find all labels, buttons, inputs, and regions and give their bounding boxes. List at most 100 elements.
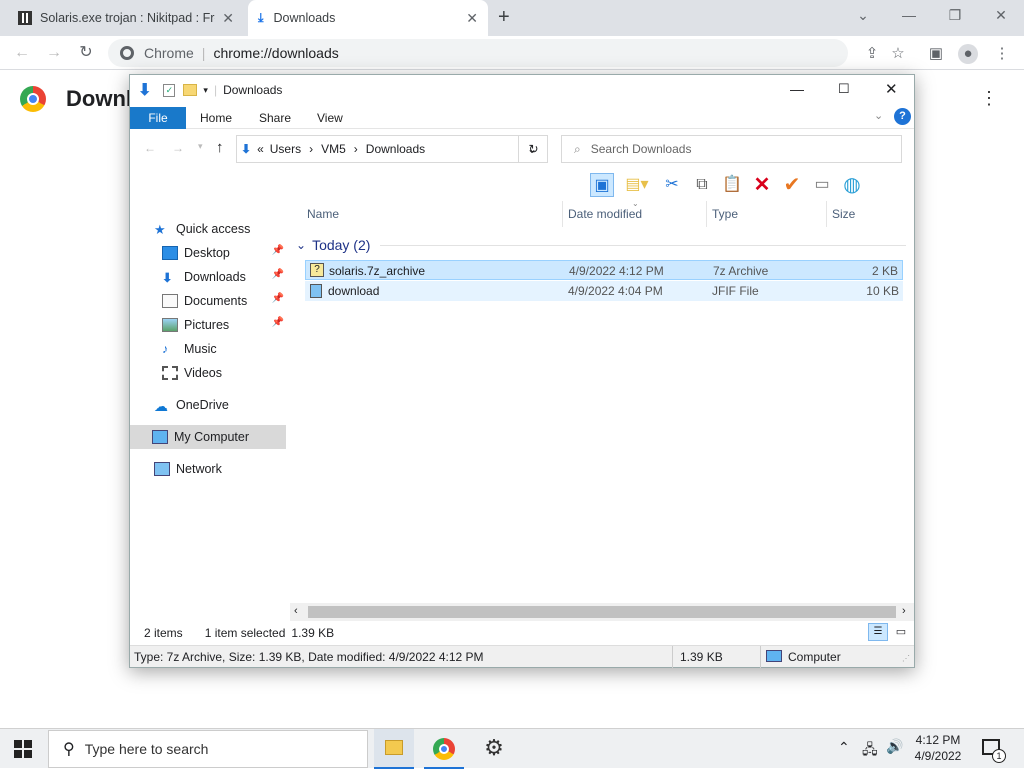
tab-downloads[interactable]: ⤓ Downloads ✕ bbox=[248, 0, 488, 36]
tab-home[interactable]: Home bbox=[190, 107, 242, 129]
up-folder-icon[interactable]: ↑ bbox=[216, 139, 224, 156]
nav-pictures[interactable]: Pictures 📌 bbox=[162, 313, 286, 337]
minimize-button[interactable]: — bbox=[790, 81, 804, 97]
taskbar: ⚲ Type here to search ⚙ ⌃ 🖧 🔊 4:12 PM 4/… bbox=[0, 728, 1024, 769]
file-row-download[interactable]: download 4/9/2022 4:04 PM JFIF File 10 K… bbox=[305, 281, 903, 301]
horizontal-scrollbar[interactable]: ‹ › bbox=[290, 603, 914, 621]
breadcrumb-vm5[interactable]: VM5 bbox=[321, 142, 346, 156]
tab-view[interactable]: View bbox=[307, 107, 353, 129]
nav-quick-access[interactable]: ★ Quick access bbox=[154, 217, 310, 241]
details-view-icon[interactable]: ☰ bbox=[868, 623, 888, 641]
reload-button[interactable]: ↻ bbox=[74, 42, 98, 64]
folder-icon[interactable] bbox=[183, 84, 198, 96]
clock[interactable]: 4:12 PM 4/9/2022 bbox=[908, 732, 968, 764]
page-menu-icon[interactable]: ⋮ bbox=[980, 88, 998, 109]
globe-icon[interactable]: ◍ bbox=[840, 173, 864, 197]
group-header-today[interactable]: ⌄ Today (2) bbox=[296, 235, 906, 255]
custom-toolbar: ▣ ▤▾ ✂ ⧉ 📋 ✕ ✔ ▭ ◍ bbox=[590, 171, 864, 199]
breadcrumb-downloads[interactable]: Downloads bbox=[366, 142, 425, 156]
cut-icon[interactable]: ✂ bbox=[660, 173, 684, 197]
breadcrumb-users[interactable]: Users bbox=[270, 142, 301, 156]
close-button[interactable]: ✕ bbox=[885, 80, 898, 98]
nav-desktop[interactable]: Desktop 📌 bbox=[162, 241, 286, 265]
scroll-right-icon[interactable]: › bbox=[902, 605, 906, 617]
refresh-button[interactable]: ↻ bbox=[518, 135, 548, 163]
sort-indicator-icon: ⌄ bbox=[632, 199, 639, 208]
windows-start-icon[interactable] bbox=[14, 740, 32, 758]
help-icon[interactable]: ? bbox=[894, 108, 911, 125]
breadcrumb-prefix[interactable]: « bbox=[257, 142, 264, 156]
nav-downloads[interactable]: ⬇ Downloads 📌 bbox=[162, 265, 286, 289]
large-icons-view-icon[interactable]: ▭ bbox=[892, 623, 910, 641]
share-icon[interactable]: ⇪ bbox=[862, 44, 882, 64]
nav-onedrive[interactable]: ☁ OneDrive bbox=[154, 393, 310, 417]
nav-music[interactable]: ♪ Music bbox=[162, 337, 286, 361]
delete-icon[interactable]: ✕ bbox=[750, 173, 774, 197]
taskbar-search-input[interactable]: Type here to search bbox=[85, 741, 209, 757]
resize-grip-icon[interactable]: ⋰ bbox=[902, 654, 910, 663]
paste-icon[interactable]: 📋 bbox=[720, 173, 744, 197]
close-window-button[interactable]: ✕ bbox=[984, 4, 1018, 28]
show-hidden-icons-icon[interactable]: ⌃ bbox=[838, 739, 850, 756]
chrome-logo-icon bbox=[120, 46, 134, 60]
maximize-button[interactable]: ☐ bbox=[838, 81, 850, 97]
check-icon[interactable]: ✔ bbox=[780, 173, 804, 197]
column-size[interactable]: Size bbox=[832, 207, 855, 221]
file-row-solaris[interactable]: ? solaris.7z_archive 4/9/2022 4:12 PM 7z… bbox=[305, 260, 903, 280]
tab-share[interactable]: Share bbox=[249, 107, 301, 129]
settings-gear-icon[interactable]: ⚙ bbox=[474, 735, 514, 765]
network-status-icon[interactable]: 🖧 bbox=[862, 739, 878, 763]
nav-forward-icon[interactable]: → bbox=[172, 141, 184, 155]
properties-icon[interactable]: ✓ bbox=[163, 83, 176, 97]
url-text: chrome://downloads bbox=[213, 45, 339, 61]
tab-solaris[interactable]: Solaris.exe trojan : Nikitpad : Free ✕ bbox=[8, 0, 244, 36]
menu-kebab-icon[interactable]: ⋮ bbox=[992, 44, 1012, 64]
nav-network[interactable]: Network bbox=[154, 457, 310, 481]
nav-my-computer[interactable]: My Computer bbox=[130, 425, 286, 449]
search-icon: ⌕ bbox=[574, 141, 581, 156]
copy-icon[interactable]: ⧉ bbox=[690, 173, 714, 197]
tab-close-icon[interactable]: ✕ bbox=[466, 10, 478, 27]
scroll-left-icon[interactable]: ‹ bbox=[294, 605, 298, 617]
forward-button[interactable]: → bbox=[42, 42, 66, 64]
tab-favicon-icon bbox=[18, 11, 32, 25]
tab-search-icon[interactable]: ⌄ bbox=[846, 4, 880, 28]
file-date: 4/9/2022 4:12 PM bbox=[569, 264, 664, 278]
quick-access-down-arrow-icon[interactable]: ⬇ bbox=[138, 80, 151, 100]
details-divider bbox=[760, 646, 761, 668]
taskbar-search-box[interactable]: ⚲ Type here to search bbox=[48, 730, 368, 768]
side-panel-icon[interactable]: ▣ bbox=[926, 44, 946, 64]
nav-videos[interactable]: Videos bbox=[162, 361, 286, 385]
restore-button[interactable]: ❐ bbox=[938, 4, 972, 28]
volume-icon[interactable]: 🔊 bbox=[886, 738, 903, 755]
qat-dropdown-icon[interactable]: ▾ bbox=[203, 85, 208, 96]
search-box[interactable]: ⌕ Search Downloads bbox=[561, 135, 902, 163]
rename-icon[interactable]: ▭ bbox=[810, 173, 834, 197]
minimize-button[interactable]: — bbox=[892, 4, 926, 28]
nav-documents[interactable]: Documents 📌 bbox=[162, 289, 286, 313]
new-folder-icon[interactable]: ▤▾ bbox=[620, 173, 654, 197]
nav-back-icon[interactable]: ← bbox=[144, 141, 156, 155]
file-type: JFIF File bbox=[712, 284, 759, 298]
bookmark-star-icon[interactable]: ☆ bbox=[888, 44, 908, 64]
file-explorer-taskbar-icon[interactable] bbox=[374, 729, 414, 769]
new-tab-button[interactable]: + bbox=[498, 6, 510, 29]
recent-locations-icon[interactable]: ▾ bbox=[198, 141, 203, 152]
navigation-pane: ★ Quick access Desktop 📌 ⬇ Downloads 📌 D… bbox=[130, 201, 290, 601]
tab-close-icon[interactable]: ✕ bbox=[222, 10, 234, 27]
address-bar[interactable]: Chrome | chrome://downloads bbox=[108, 39, 848, 67]
back-button[interactable]: ← bbox=[10, 42, 34, 64]
breadcrumb[interactable]: ⬇ « Users › VM5 › Downloads ⌄ bbox=[236, 135, 548, 163]
column-date-modified[interactable]: Date modified bbox=[568, 207, 642, 221]
preview-pane-icon[interactable]: ▣ bbox=[590, 173, 614, 197]
window-title: Downloads bbox=[223, 83, 283, 97]
ribbon-tabs: File Home Share View ⌄ ? bbox=[130, 105, 914, 129]
search-input[interactable]: Search Downloads bbox=[591, 142, 692, 156]
column-type[interactable]: Type bbox=[712, 207, 738, 221]
ribbon-expand-icon[interactable]: ⌄ bbox=[874, 109, 883, 122]
tab-file[interactable]: File bbox=[130, 107, 186, 129]
scroll-thumb[interactable] bbox=[308, 606, 896, 618]
column-name[interactable]: Name bbox=[307, 207, 339, 221]
profile-avatar-icon[interactable]: ● bbox=[958, 44, 978, 64]
chrome-taskbar-icon[interactable] bbox=[424, 729, 464, 769]
